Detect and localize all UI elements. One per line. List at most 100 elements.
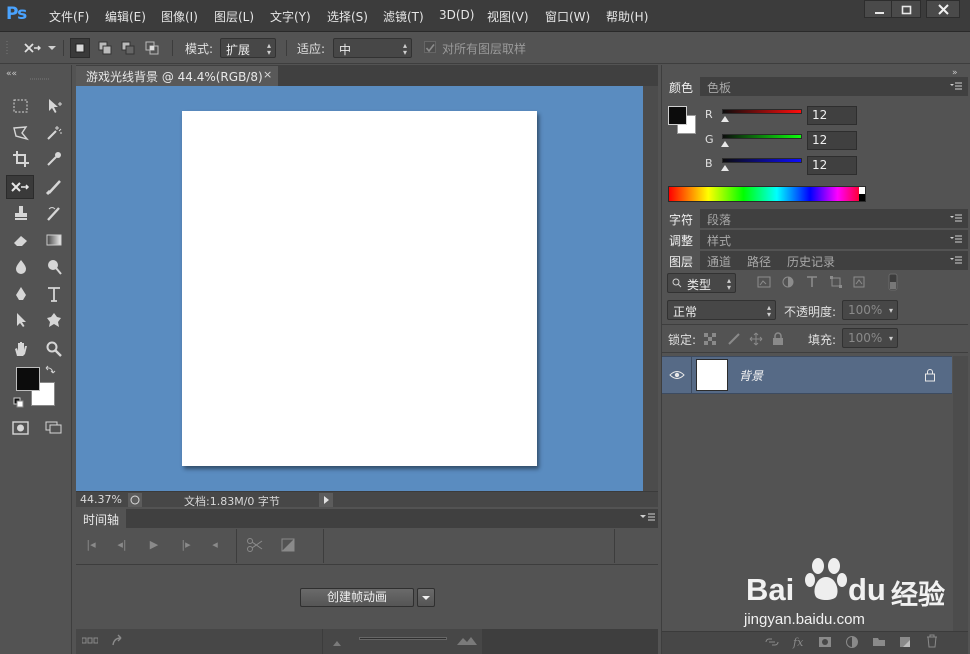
link-layers-icon[interactable]	[764, 636, 780, 648]
green-slider[interactable]	[722, 134, 802, 139]
zoom-level[interactable]: 44.37%	[80, 493, 122, 506]
filter-type-icon[interactable]	[806, 276, 818, 288]
tool-preset-picker[interactable]	[22, 38, 58, 58]
fill-input[interactable]: 100% ▾	[842, 328, 898, 348]
document-tab[interactable]: 游戏光线背景 @ 44.4%(RGB/8) ×	[76, 66, 278, 86]
blue-slider[interactable]	[722, 158, 802, 163]
play-arrow-icon[interactable]	[319, 493, 333, 507]
new-layer-icon[interactable]	[898, 635, 912, 649]
canvas-document[interactable]	[182, 111, 537, 466]
menu-view[interactable]: 视图(V)	[487, 8, 529, 25]
transition-icon[interactable]	[281, 538, 295, 552]
path-selection-tool[interactable]	[7, 308, 35, 332]
default-colors-icon[interactable]	[13, 397, 25, 409]
panel-menu-icon[interactable]	[950, 214, 962, 222]
filter-shape-icon[interactable]	[830, 276, 842, 288]
close-tab-icon[interactable]: ×	[263, 68, 272, 81]
lock-all-icon[interactable]	[772, 332, 784, 346]
content-aware-move-tool[interactable]	[6, 175, 34, 199]
tab-paths[interactable]: 路径	[740, 251, 778, 270]
lock-position-icon[interactable]	[749, 332, 763, 346]
zoom-in-mountain-icon[interactable]	[456, 634, 478, 646]
red-value-input[interactable]: 12	[807, 106, 857, 125]
sample-all-checkbox[interactable]	[424, 41, 436, 53]
lasso-tool[interactable]	[7, 121, 35, 145]
stamp-tool[interactable]	[7, 201, 35, 225]
red-slider[interactable]	[722, 109, 802, 114]
foreground-color-chip[interactable]	[668, 106, 687, 125]
filter-toggle-icon[interactable]	[888, 273, 898, 291]
create-animation-dropdown[interactable]	[417, 588, 435, 607]
eraser-tool[interactable]	[7, 228, 35, 252]
menu-select[interactable]: 选择(S)	[327, 8, 368, 25]
white-swatch[interactable]	[859, 187, 865, 194]
tab-swatches[interactable]: 色板	[700, 77, 738, 96]
group-folder-icon[interactable]	[872, 635, 886, 647]
tab-history[interactable]: 历史记录	[780, 251, 842, 270]
foreground-color-swatch-front[interactable]	[16, 367, 40, 391]
slider-thumb-icon[interactable]	[720, 115, 730, 123]
dodge-tool[interactable]	[40, 255, 68, 279]
minimize-button[interactable]	[864, 0, 894, 18]
convert-icon[interactable]	[112, 634, 126, 646]
add-mask-icon[interactable]	[818, 636, 832, 648]
mode-new-selection-button[interactable]	[70, 38, 90, 58]
fx-icon[interactable]: fx	[792, 635, 808, 649]
tab-color[interactable]: 颜色	[662, 77, 701, 96]
filter-smart-object-icon[interactable]	[853, 276, 865, 288]
menu-image[interactable]: 图像(I)	[161, 8, 198, 25]
zoom-out-mountain-icon[interactable]	[332, 637, 344, 647]
opacity-input[interactable]: 100% ▾	[842, 300, 898, 320]
zoom-tool[interactable]	[40, 337, 68, 361]
collapse-dock-icon[interactable]: »	[940, 67, 966, 77]
frames-icon[interactable]	[82, 637, 98, 645]
menu-help[interactable]: 帮助(H)	[606, 8, 648, 25]
screen-mode-button[interactable]	[40, 416, 68, 440]
hand-tool[interactable]	[7, 337, 35, 361]
gradient-tool[interactable]	[40, 228, 68, 252]
green-value-input[interactable]: 12	[807, 131, 857, 150]
tab-character[interactable]: 字符	[662, 209, 701, 228]
tab-paragraph[interactable]: 段落	[700, 209, 738, 228]
play-button[interactable]: ▶	[144, 536, 164, 554]
menu-layer[interactable]: 图层(L)	[214, 8, 254, 25]
maximize-button[interactable]	[891, 0, 921, 18]
menu-3d[interactable]: 3D(D)	[439, 8, 474, 22]
vertical-scrollbar[interactable]	[643, 86, 658, 491]
menu-window[interactable]: 窗口(W)	[545, 8, 590, 25]
marquee-tool[interactable]	[7, 94, 35, 118]
menu-file[interactable]: 文件(F)	[49, 8, 89, 25]
pen-tool[interactable]	[7, 282, 35, 306]
status-menu-icon[interactable]	[128, 493, 142, 507]
slider-thumb-icon[interactable]	[720, 140, 730, 148]
filter-pixel-icon[interactable]	[757, 276, 771, 288]
move-tool[interactable]	[40, 94, 68, 118]
layer-name[interactable]: 背景	[739, 367, 763, 384]
first-frame-button[interactable]: |◂	[81, 536, 101, 554]
next-frame-button[interactable]: |▸	[176, 536, 196, 554]
brush-tool[interactable]	[40, 175, 68, 199]
magic-wand-tool[interactable]	[40, 121, 68, 145]
trash-icon[interactable]	[925, 634, 939, 648]
swap-colors-icon[interactable]	[44, 364, 56, 376]
scissors-icon[interactable]	[246, 537, 264, 553]
layer-thumbnail[interactable]	[696, 359, 728, 391]
lock-pixels-icon[interactable]	[727, 332, 741, 346]
tab-layers[interactable]: 图层	[662, 251, 701, 270]
black-swatch[interactable]	[859, 194, 865, 201]
mode-subtract-selection-button[interactable]	[118, 38, 138, 58]
visibility-eye-icon[interactable]	[669, 369, 685, 381]
zoom-slider[interactable]	[359, 637, 447, 640]
mode-select[interactable]: 扩展 ▴ ▾	[220, 38, 276, 58]
menu-edit[interactable]: 编辑(E)	[105, 8, 146, 25]
adapt-select[interactable]: 中 ▴ ▾	[333, 38, 412, 58]
lock-transparency-icon[interactable]	[704, 333, 716, 345]
prev-frame-button[interactable]: ◂|	[112, 536, 132, 554]
panel-menu-icon[interactable]	[640, 513, 656, 523]
create-frame-animation-button[interactable]: 创建帧动画	[300, 588, 414, 607]
tab-channels[interactable]: 通道	[700, 251, 738, 270]
menu-filter[interactable]: 滤镜(T)	[383, 8, 424, 25]
mode-intersect-selection-button[interactable]	[142, 38, 162, 58]
mode-add-selection-button[interactable]	[95, 38, 115, 58]
blur-tool[interactable]	[7, 255, 35, 279]
